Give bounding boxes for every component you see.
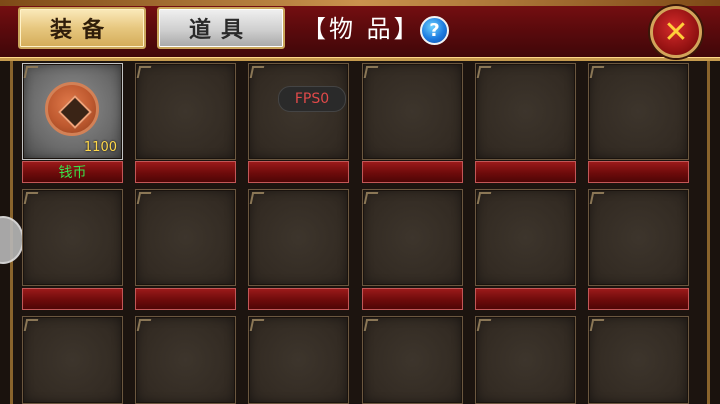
close-icon: ✕ bbox=[663, 14, 689, 50]
slot-corner-decoration bbox=[363, 66, 379, 78]
inventory-slot[interactable] bbox=[475, 189, 576, 286]
tab-items[interactable]: 道具 bbox=[157, 7, 285, 49]
slot-corner-decoration bbox=[589, 192, 605, 204]
item-name-bar: 钱币 bbox=[22, 161, 123, 183]
inventory-slot[interactable] bbox=[248, 316, 349, 404]
item-name-bar bbox=[135, 161, 236, 183]
item-name-bar bbox=[475, 288, 576, 310]
inventory-slot[interactable] bbox=[475, 316, 576, 404]
slot-corner-decoration bbox=[589, 66, 605, 78]
page-title: 【物 品】 bbox=[302, 15, 421, 43]
inventory-slot[interactable] bbox=[135, 316, 236, 404]
item-name-bar bbox=[248, 288, 349, 310]
slot-corner-decoration bbox=[476, 66, 492, 78]
slot-corner-decoration bbox=[136, 192, 152, 204]
tab-equipment[interactable]: 装备 bbox=[18, 7, 146, 49]
slot-corner-decoration bbox=[363, 192, 379, 204]
slot-corner-decoration bbox=[23, 319, 39, 331]
slot-corner-decoration bbox=[249, 319, 265, 331]
coin-icon bbox=[45, 82, 99, 136]
item-name-bar bbox=[248, 161, 349, 183]
slot-corner-decoration bbox=[23, 66, 39, 78]
inventory-slot[interactable] bbox=[588, 316, 689, 404]
inventory-slot[interactable]: 1100 bbox=[22, 63, 123, 160]
inventory-slot[interactable] bbox=[362, 316, 463, 404]
inventory-slot[interactable] bbox=[475, 63, 576, 160]
inventory-slot[interactable] bbox=[588, 189, 689, 286]
slot-corner-decoration bbox=[23, 192, 39, 204]
item-name-bar bbox=[588, 288, 689, 310]
inventory-slot[interactable] bbox=[22, 316, 123, 404]
item-quantity: 1100 bbox=[83, 140, 117, 155]
inventory-slot[interactable] bbox=[135, 189, 236, 286]
fps-counter: FPS0 bbox=[278, 86, 346, 112]
inventory-slot[interactable] bbox=[362, 189, 463, 286]
slot-corner-decoration bbox=[589, 319, 605, 331]
inventory-slot[interactable] bbox=[588, 63, 689, 160]
slot-corner-decoration bbox=[476, 319, 492, 331]
tab-items-label: 道具 bbox=[188, 18, 253, 43]
slot-corner-decoration bbox=[136, 66, 152, 78]
slot-corner-decoration bbox=[363, 319, 379, 331]
slot-corner-decoration bbox=[249, 192, 265, 204]
item-name-bar bbox=[362, 288, 463, 310]
item-name-bar bbox=[475, 161, 576, 183]
item-name-bar bbox=[135, 288, 236, 310]
slot-corner-decoration bbox=[136, 319, 152, 331]
inventory-slot[interactable] bbox=[22, 189, 123, 286]
item-name-bar bbox=[362, 161, 463, 183]
slot-corner-decoration bbox=[249, 66, 265, 78]
tab-equipment-label: 装备 bbox=[49, 18, 114, 43]
item-name: 钱币 bbox=[58, 165, 87, 181]
inventory-slot[interactable] bbox=[135, 63, 236, 160]
item-name-bar bbox=[588, 161, 689, 183]
inventory-slot[interactable] bbox=[248, 189, 349, 286]
help-label: ? bbox=[429, 20, 440, 41]
close-button[interactable]: ✕ bbox=[650, 6, 702, 58]
slot-corner-decoration bbox=[476, 192, 492, 204]
inventory-slot[interactable] bbox=[362, 63, 463, 160]
item-name-bar bbox=[22, 288, 123, 310]
help-icon[interactable]: ? bbox=[420, 16, 449, 45]
